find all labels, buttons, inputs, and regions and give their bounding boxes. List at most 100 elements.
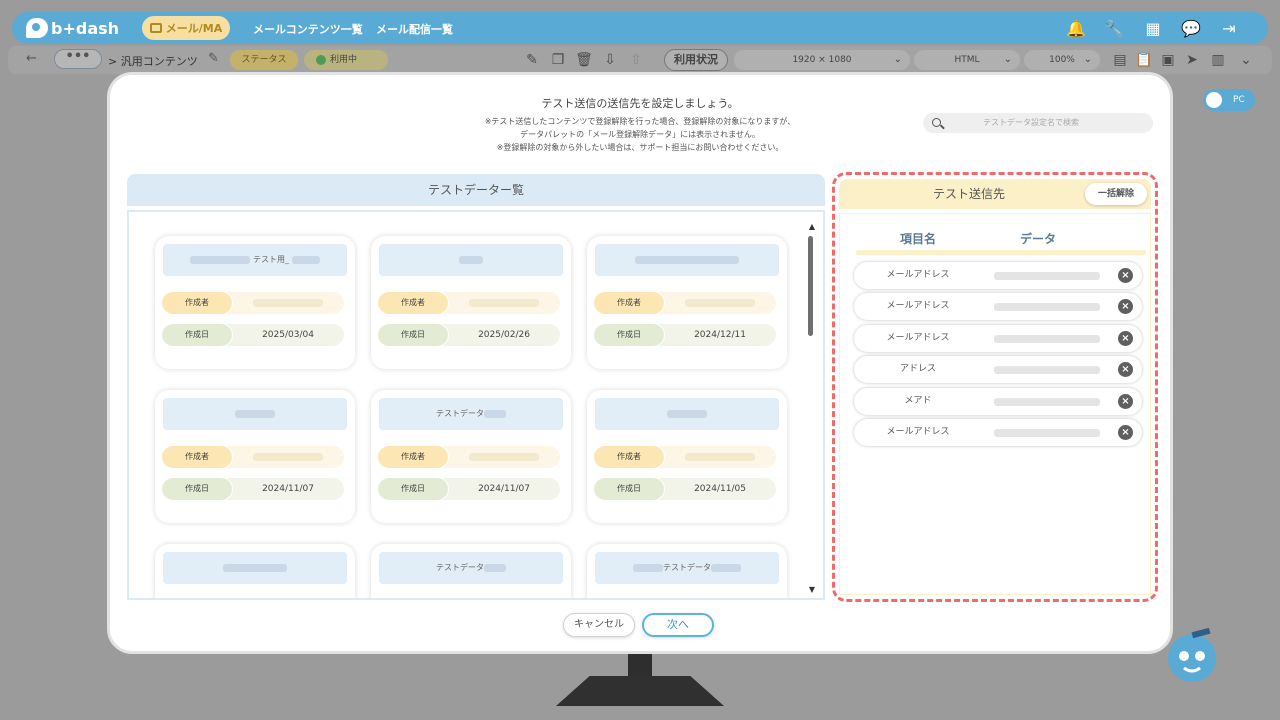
pc-toggle-label: PC xyxy=(1233,95,1245,105)
search-input[interactable]: テストデータ設定名で検索 xyxy=(923,113,1153,133)
more-button[interactable]: ••• xyxy=(54,49,102,69)
remove-icon[interactable]: × xyxy=(1118,394,1133,409)
recipient-item-name: メールアドレス xyxy=(886,301,950,311)
logo-icon xyxy=(26,18,48,38)
chat-icon[interactable]: 💬 xyxy=(1181,19,1201,38)
chevron-down-icon[interactable]: ⌄ xyxy=(1238,51,1254,69)
recipient-data xyxy=(994,335,1100,343)
creator-label: 作成者 xyxy=(378,292,448,314)
usage-button[interactable]: 利用状況 xyxy=(664,49,728,71)
zoom-select[interactable]: 100% ⌄ xyxy=(1024,50,1100,70)
test-data-card[interactable]: テストデータ xyxy=(371,544,571,598)
test-data-card[interactable]: テスト用_ 作成者 作成日 2025/03/04 xyxy=(155,236,355,369)
card-title xyxy=(163,398,347,430)
recipient-row: メールアドレス × xyxy=(854,419,1142,446)
note-line: ※登録解除の対象から外したい場合は、サポート担当にお問い合わせください。 xyxy=(496,143,784,152)
upload-icon[interactable]: ⇧ xyxy=(628,51,644,69)
date-value: 2024/11/07 xyxy=(262,484,314,494)
test-data-card[interactable]: 作成者 作成日 2025/02/26 xyxy=(371,236,571,369)
creator-label: 作成者 xyxy=(162,292,232,314)
test-data-card[interactable]: 作成者 作成日 2024/11/05 xyxy=(587,390,787,523)
recipient-data xyxy=(994,366,1100,374)
date-row: 作成日 2025/03/04 xyxy=(162,324,344,346)
logo[interactable]: b+dash xyxy=(26,17,119,39)
recipient-row: メールアドレス × xyxy=(854,325,1142,352)
search-icon xyxy=(932,118,941,127)
card-title: テストデータ xyxy=(595,552,779,584)
zoom-value: 100% xyxy=(1049,55,1075,65)
remove-icon[interactable]: × xyxy=(1118,425,1133,440)
card-title: テストデータ xyxy=(379,552,563,584)
test-data-card[interactable]: 作成者 作成日 2024/11/07 xyxy=(155,390,355,523)
recipient-header: テスト送信先 一括解除 xyxy=(839,179,1151,209)
scrollbar-thumb[interactable] xyxy=(808,236,813,336)
next-button[interactable]: 次へ xyxy=(642,613,714,637)
remove-icon[interactable]: × xyxy=(1118,331,1133,346)
card-title-text: テストデータ xyxy=(436,409,484,418)
creator-value xyxy=(232,292,344,314)
recipient-item-name: メールアドレス xyxy=(886,333,950,343)
test-recipient-panel: テスト送信先 一括解除 項目名 データ メールアドレス × メールアドレス × … xyxy=(832,172,1158,602)
date-label: 作成日 xyxy=(594,324,664,346)
bell-icon[interactable]: 🔔 xyxy=(1066,19,1086,38)
edit-icon[interactable]: ✎ xyxy=(524,51,540,69)
top-bar: b+dash メール/MA メールコンテンツ一覧 メール配信一覧 🔔 🔧 ▦ 💬… xyxy=(12,12,1268,44)
remove-icon[interactable]: × xyxy=(1118,362,1133,377)
cancel-button[interactable]: キャンセル xyxy=(563,613,635,637)
creator-label: 作成者 xyxy=(594,292,664,314)
status-badge[interactable]: 利用中 xyxy=(304,50,388,70)
card-title xyxy=(163,552,347,584)
remove-icon[interactable]: × xyxy=(1118,299,1133,314)
creator-value xyxy=(664,292,776,314)
test-data-card[interactable]: テストデータ xyxy=(587,544,787,598)
grid-icon[interactable]: ▦ xyxy=(1144,19,1162,38)
pencil-icon[interactable]: ✎ xyxy=(208,51,219,66)
html-file-icon[interactable]: ▤ xyxy=(1112,51,1128,69)
recipient-data xyxy=(994,398,1100,406)
card-title xyxy=(379,244,563,276)
resolution-select[interactable]: 1920 × 1080 ⌄ xyxy=(734,50,910,70)
test-data-list[interactable]: ▲ ▼ テスト用_ 作成者 作成日 2025/03/04 作成者 作成日 2025/… xyxy=(127,210,825,600)
nav-mail-delivery[interactable]: メール配信一覧 xyxy=(376,21,453,37)
clipboard-icon[interactable]: 📋 xyxy=(1135,51,1152,69)
nav-mail-contents[interactable]: メールコンテンツ一覧 xyxy=(253,21,363,37)
pc-toggle[interactable]: PC xyxy=(1203,89,1255,111)
back-arrow-icon[interactable]: ← xyxy=(26,51,37,66)
card-title-text: テストデータ xyxy=(663,563,711,572)
download-icon[interactable]: ⇩ xyxy=(602,51,618,69)
col-item-name: 項目名 xyxy=(900,232,937,246)
search-placeholder: テストデータ設定名で検索 xyxy=(983,118,1079,127)
bulk-remove-button[interactable]: 一括解除 xyxy=(1085,183,1147,205)
test-data-card[interactable] xyxy=(155,544,355,598)
logout-icon[interactable]: ⇥ xyxy=(1220,19,1238,38)
wrench-icon[interactable]: 🔧 xyxy=(1104,19,1124,38)
recipient-item-name: メアド xyxy=(904,396,932,406)
creator-value xyxy=(664,446,776,468)
chevron-down-icon: ⌄ xyxy=(1003,54,1012,65)
scroll-down-icon[interactable]: ▼ xyxy=(809,585,815,594)
mode-switch-button[interactable]: メール/MA xyxy=(142,16,230,40)
send-icon[interactable]: ➤ xyxy=(1184,51,1200,69)
col-divider xyxy=(856,250,1146,255)
document-icon[interactable]: ▥ xyxy=(1210,51,1226,69)
creator-row: 作成者 xyxy=(162,446,344,468)
format-select[interactable]: HTML ⌄ xyxy=(914,50,1020,70)
scroll-up-icon[interactable]: ▲ xyxy=(809,222,815,231)
test-data-card[interactable]: 作成者 作成日 2024/12/11 xyxy=(587,236,787,369)
date-label: 作成日 xyxy=(594,478,664,500)
col-data: データ xyxy=(1020,232,1057,246)
status-label: ステータス xyxy=(230,50,298,70)
date-value: 2024/12/11 xyxy=(694,330,746,340)
user-card-icon[interactable]: ▣ xyxy=(1160,51,1176,69)
copy-icon[interactable]: ❐ xyxy=(550,51,566,69)
test-data-list-header: テストデーター覧 xyxy=(127,174,825,206)
card-title: テストデータ xyxy=(379,398,563,430)
chevron-down-icon: ⌄ xyxy=(1083,54,1092,65)
trash-icon[interactable]: 🗑 xyxy=(575,51,593,69)
test-data-card[interactable]: テストデータ 作成者 作成日 2024/11/07 xyxy=(371,390,571,523)
mascot-icon[interactable] xyxy=(1162,628,1222,686)
remove-icon[interactable]: × xyxy=(1118,268,1133,283)
recipient-data xyxy=(994,303,1100,311)
creator-row: 作成者 xyxy=(162,292,344,314)
recipient-item-name: メールアドレス xyxy=(886,427,950,437)
